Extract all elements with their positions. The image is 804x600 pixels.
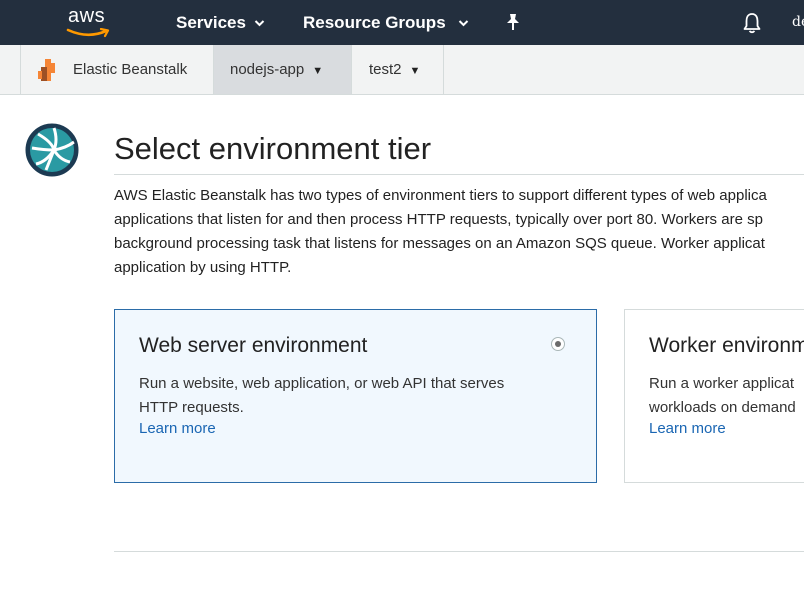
aws-logo-text: aws [68,5,106,27]
web-server-card-title: Web server environment [139,334,368,357]
web-server-learn-more-link[interactable]: Learn more [139,420,216,437]
tab-test2[interactable]: test2 ▼ [351,45,444,94]
tier-description: AWS Elastic Beanstalk has two types of e… [114,184,804,280]
title-divider [114,174,804,175]
tab-test2-label: test2 [369,61,402,78]
top-navigation-bar: aws Services Resource Groups de [0,0,804,45]
services-label: Services [176,13,246,32]
elastic-beanstalk-label: Elastic Beanstalk [73,61,188,78]
card-description-line: Run a worker applicat [649,375,795,392]
chevron-down-icon [254,1,265,46]
worker-card-description: Run a worker applicat workloads on deman… [649,372,796,420]
description-line: AWS Elastic Beanstalk has two types of e… [114,187,767,204]
caret-down-icon: ▼ [409,65,421,77]
aws-logo[interactable]: aws [64,4,116,40]
pin-icon[interactable] [504,12,522,32]
card-description-line: Run a website, web application, or web A… [139,375,505,392]
aws-smile-icon [66,28,110,38]
section-divider [114,551,804,552]
elastic-beanstalk-icon [38,59,55,81]
worker-learn-more-link[interactable]: Learn more [649,420,726,437]
services-menu[interactable]: Services [176,0,265,45]
worker-environment-card[interactable]: Worker environm Run a worker applicat wo… [624,309,804,483]
tab-nodejs-app[interactable]: nodejs-app ▼ [213,45,351,94]
worker-card-title: Worker environm [649,334,804,357]
description-line: application by using HTTP. [114,259,292,276]
chevron-down-icon [458,1,469,46]
globe-icon [25,123,79,177]
bell-icon[interactable] [742,12,762,34]
caret-down-icon: ▼ [312,65,324,77]
resource-groups-label: Resource Groups [303,13,446,32]
web-server-radio-button[interactable] [551,337,565,351]
description-line: applications that listen for and then pr… [114,211,763,228]
description-line: background processing task that listens … [114,235,765,252]
page-title: Select environment tier [114,131,432,166]
card-description-line: HTTP requests. [139,399,244,416]
user-menu[interactable]: de [792,0,804,45]
web-server-environment-card[interactable]: Web server environment Run a website, we… [114,309,597,483]
tab-nodejs-app-label: nodejs-app [230,61,305,78]
resource-groups-menu[interactable]: Resource Groups [303,0,469,45]
card-description-line: workloads on demand [649,399,796,416]
service-navigation-bar: Elastic Beanstalk nodejs-app ▼ test2 ▼ [0,45,804,95]
web-server-card-description: Run a website, web application, or web A… [139,372,504,420]
